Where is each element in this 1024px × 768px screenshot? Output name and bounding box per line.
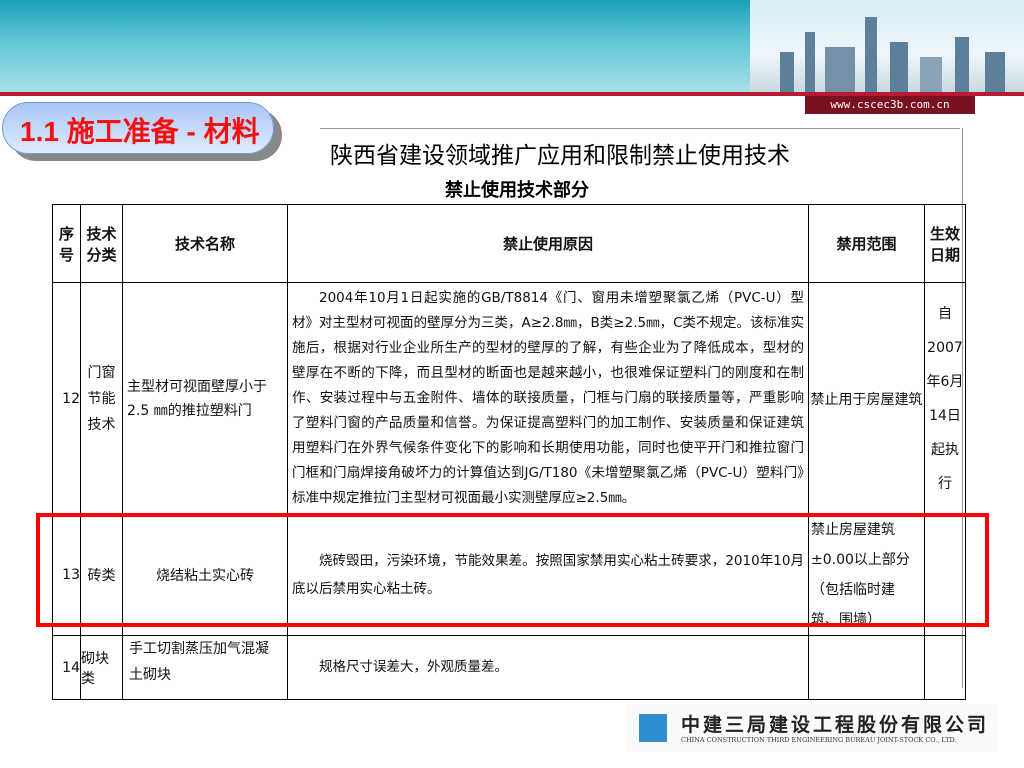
company-logo: 中建三局建设工程股份有限公司 CHINA CONSTRUCTION THIRD … xyxy=(627,704,997,752)
highlight-box xyxy=(36,513,989,627)
table-row: 14 砌块类 手工切割蒸压加气混凝土砌块 规格尺寸误差大，外观质量差。 xyxy=(52,635,966,700)
table-row: 12 门窗节能技术 主型材可视面壁厚小于 2.5 ㎜的推拉塑料门 2004年10… xyxy=(52,282,966,515)
col-header-no: 序号 xyxy=(52,204,81,283)
row-scope xyxy=(808,635,925,700)
row-category: 砌块类 xyxy=(80,635,123,700)
row-name: 主型材可视面壁厚小于 2.5 ㎜的推拉塑料门 xyxy=(122,282,288,515)
doc-border-top xyxy=(320,128,960,129)
row-no: 12 xyxy=(52,282,81,515)
document-title: 陕西省建设领域推广应用和限制禁止使用技术 xyxy=(330,143,790,169)
row-reason: 2004年10月1日起实施的GB/T8814《门、窗用未增塑聚氯乙烯（PVC-U… xyxy=(287,282,809,515)
col-header-category: 技术分类 xyxy=(80,204,123,283)
cscec-logo-icon xyxy=(639,714,667,742)
row-scope: 禁止用于房屋建筑 xyxy=(808,282,925,515)
row-date: 自2007年6月14日起执行 xyxy=(924,282,966,515)
row-reason: 规格尺寸误差大，外观质量差。 xyxy=(287,635,809,700)
website-url: www.cscec3b.com.cn xyxy=(805,96,975,114)
col-header-name: 技术名称 xyxy=(122,204,288,283)
row-name: 手工切割蒸压加气混凝土砌块 xyxy=(122,635,288,700)
company-name-en: CHINA CONSTRUCTION THIRD ENGINEERING BUR… xyxy=(681,736,957,744)
section-title: 1.1 施工准备 - 材料 xyxy=(20,116,260,147)
document-subtitle: 禁止使用技术部分 xyxy=(445,180,589,201)
row-no: 14 xyxy=(52,635,81,700)
col-header-date: 生效日期 xyxy=(924,204,966,283)
table-header-row: 序号 技术分类 技术名称 禁止使用原因 禁用范围 生效日期 xyxy=(52,204,966,283)
row-category: 门窗节能技术 xyxy=(80,282,123,515)
row-date xyxy=(924,635,966,700)
city-skyline-image xyxy=(750,0,1024,92)
company-name-cn: 中建三局建设工程股份有限公司 xyxy=(681,714,990,736)
col-header-scope: 禁用范围 xyxy=(808,204,925,283)
col-header-reason: 禁止使用原因 xyxy=(287,204,809,283)
